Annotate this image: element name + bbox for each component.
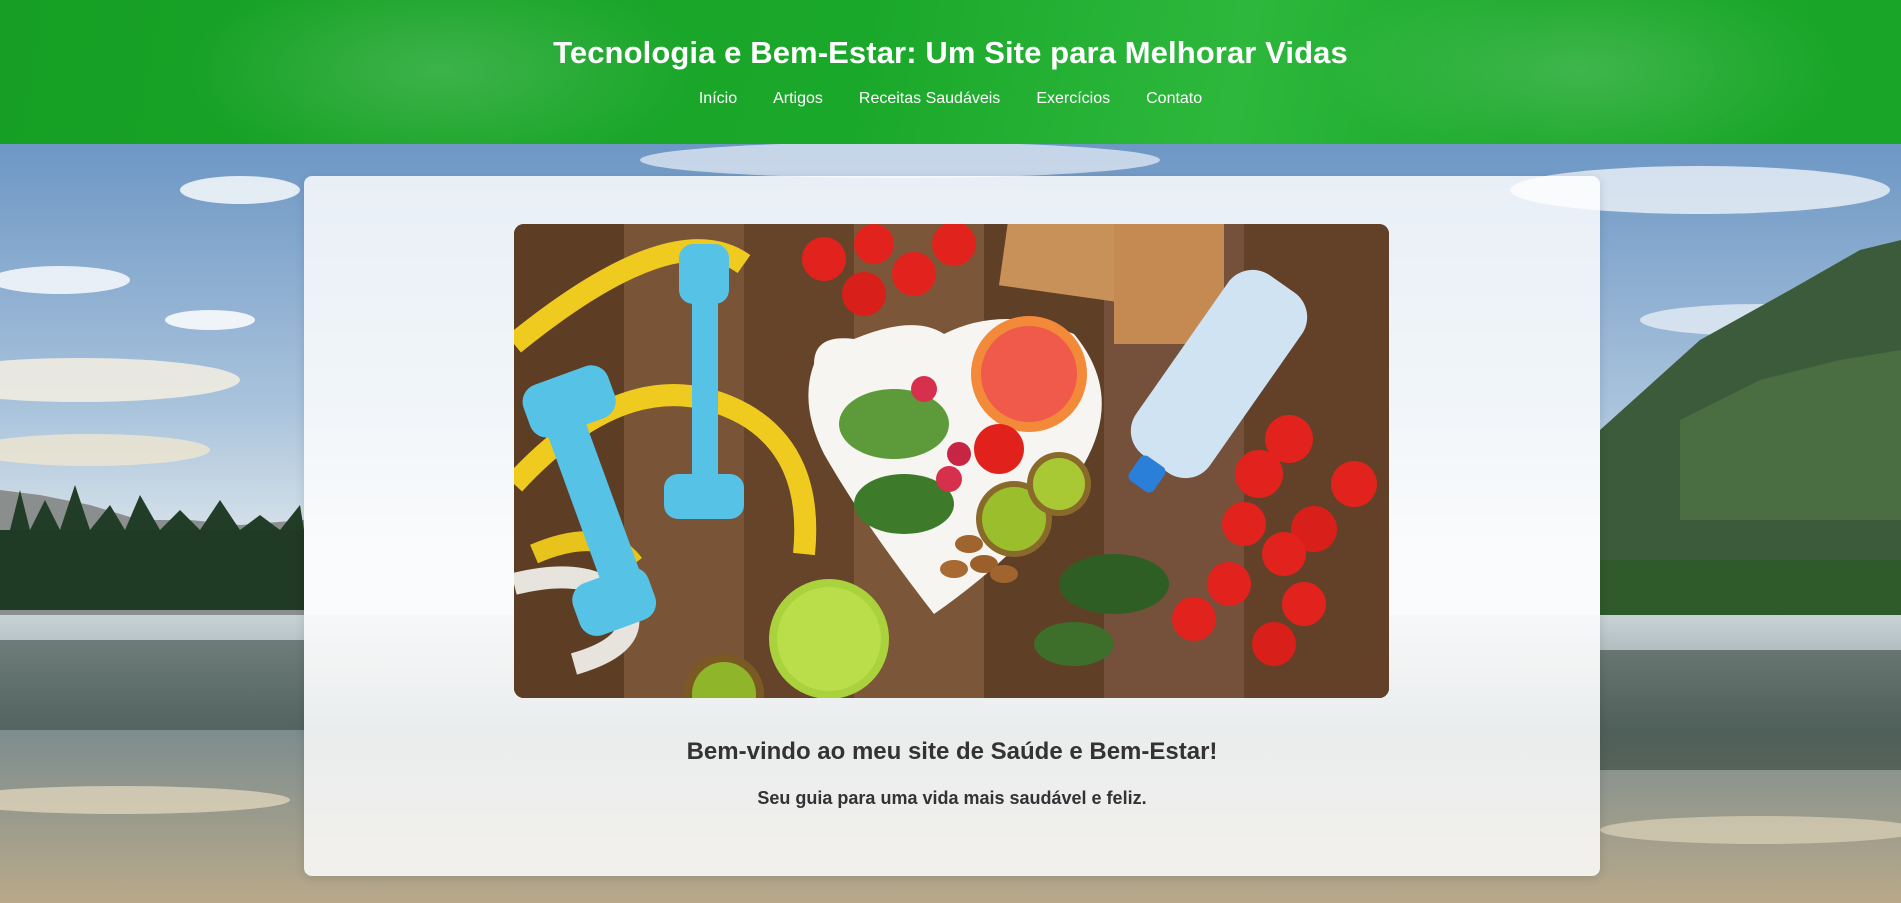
hero-image-healthy-food-fitness <box>514 224 1389 698</box>
nav-link-exercicios[interactable]: Exercícios <box>1036 90 1110 108</box>
welcome-heading: Bem-vindo ao meu site de Saúde e Bem-Est… <box>686 738 1218 765</box>
nav-link-artigos[interactable]: Artigos <box>773 90 823 108</box>
nav-link-receitas-saudaveis[interactable]: Receitas Saudáveis <box>859 90 1000 108</box>
welcome-card: Bem-vindo ao meu site de Saúde e Bem-Est… <box>304 176 1600 876</box>
site-header: Tecnologia e Bem-Estar: Um Site para Mel… <box>0 0 1901 144</box>
nav-link-inicio[interactable]: Início <box>699 90 737 108</box>
welcome-tagline: Seu guia para uma vida mais saudável e f… <box>757 788 1147 808</box>
main-nav: Início Artigos Receitas Saudáveis Exercí… <box>0 90 1901 108</box>
site-title: Tecnologia e Bem-Estar: Um Site para Mel… <box>553 35 1348 70</box>
nav-link-contato[interactable]: Contato <box>1146 90 1202 108</box>
